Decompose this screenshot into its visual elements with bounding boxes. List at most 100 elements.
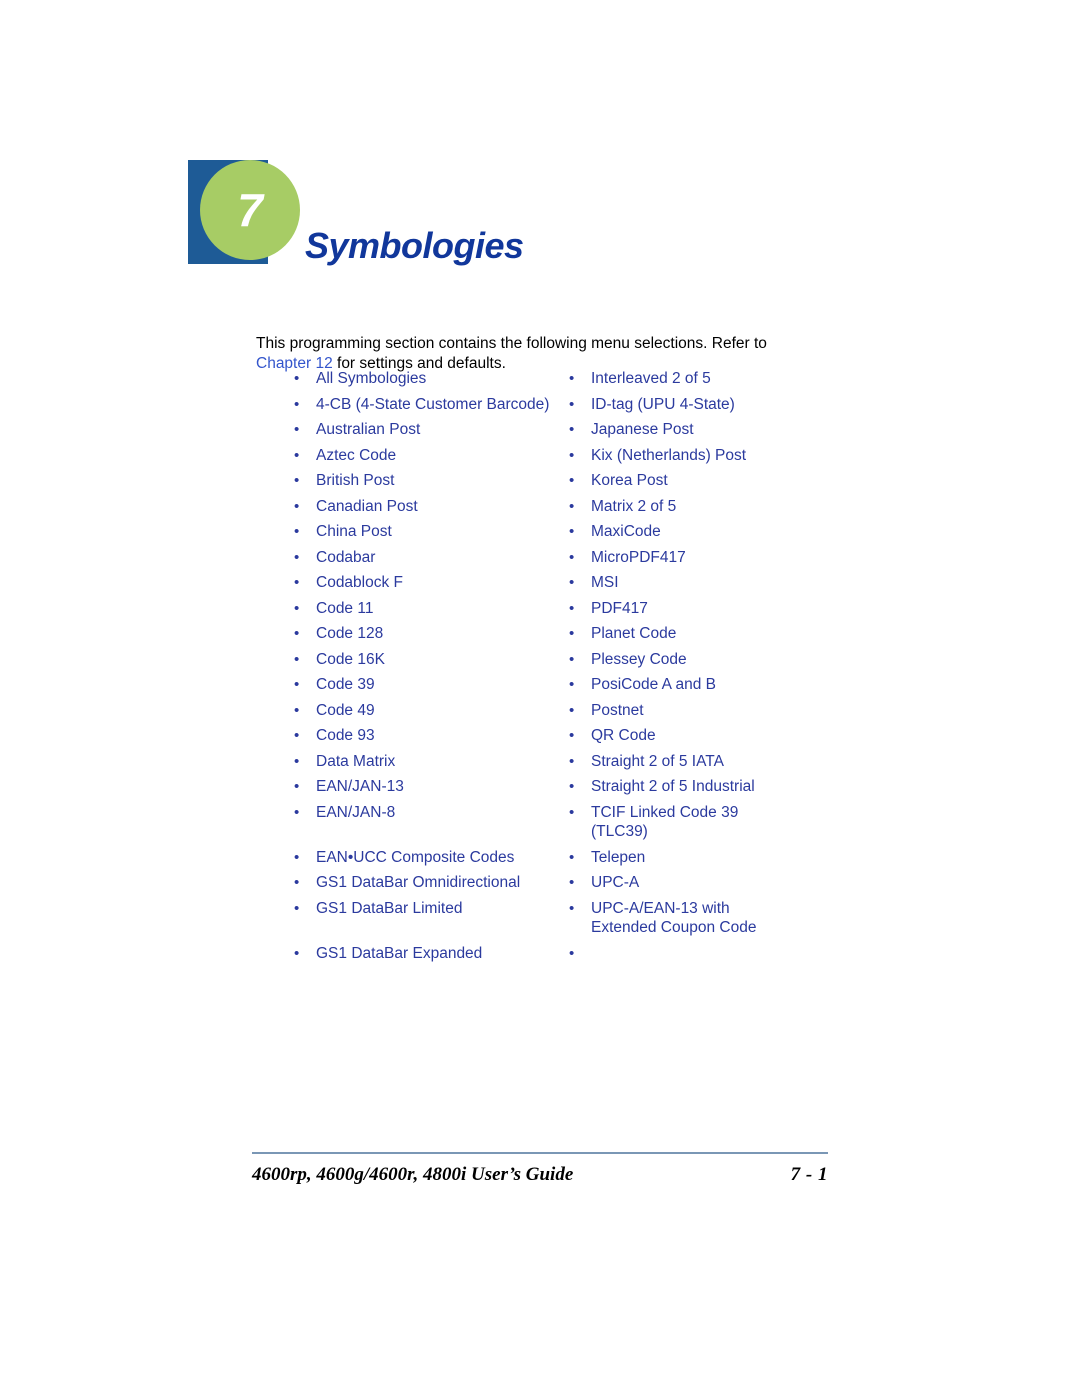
bullet-icon: • [294,625,300,642]
bullet-icon: • [569,701,575,719]
symbology-item[interactable]: • Telepen [569,848,794,868]
symbology-cell-left: • Aztec Code [294,446,569,472]
bullet-icon: • [294,523,300,540]
symbology-item[interactable]: • EAN/JAN-8 [294,803,569,823]
symbology-row: • Canadian Post • Matrix 2 of 5 [294,497,794,523]
bullet-icon: • [569,370,575,387]
symbology-item-label: Straight 2 of 5 IATA [591,752,724,770]
symbology-row: • 4-CB (4-State Customer Barcode) • ID-tag … [294,395,794,421]
symbology-item[interactable]: • ID-tag (UPU 4-State) [569,395,794,415]
symbology-item[interactable]: • Code 39 [294,675,569,695]
symbology-item-label: EAN•UCC Composite Codes [316,848,515,866]
symbology-item[interactable]: • Data Matrix [294,752,569,772]
symbology-cell-right: • MSI [569,573,794,599]
symbology-item[interactable]: • Code 11 [294,599,569,619]
intro-paragraph: This programming section contains the fo… [256,334,816,374]
footer-page-number: 7 - 1 [790,1164,828,1185]
symbology-item[interactable]: • Korea Post [569,471,794,491]
symbology-item-label: All Symbologies [316,370,427,387]
symbology-item-label: Australian Post [316,421,421,438]
symbology-item-label: GS1 DataBar Omnidirectional [316,874,521,891]
symbology-item-label: Plessey Code [591,650,687,668]
bullet-icon: • [294,497,300,515]
symbology-item[interactable]: • TCIF Linked Code 39 (TLC39) [569,803,794,842]
symbology-item[interactable]: • UPC-A [569,873,794,893]
symbology-item[interactable]: • Codablock F [294,573,569,593]
symbology-item[interactable]: • Codabar [294,548,569,568]
symbology-item[interactable]: • MicroPDF417 [569,548,794,568]
intro-text-before: This programming section contains the fo… [256,334,767,352]
symbology-item[interactable]: • PosiCode A and B [569,675,794,695]
symbology-cell-left: • EAN•UCC Composite Codes [294,848,569,874]
symbology-item[interactable]: • 4-CB (4-State Customer Barcode) [294,395,569,415]
symbology-item[interactable]: • Matrix 2 of 5 [569,497,794,517]
symbology-item[interactable]: • Kix (Netherlands) Post [569,446,794,466]
bullet-icon: • [569,676,575,693]
symbology-item[interactable]: • Code 16K [294,650,569,670]
bullet-icon: • [569,874,575,891]
symbology-row: • Aztec Code • Kix (Netherlands) Post [294,446,794,472]
symbology-row: • British Post • Korea Post [294,471,794,497]
symbology-item[interactable]: • Interleaved 2 of 5 [569,369,794,389]
symbology-item[interactable]: • GS1 DataBar Expanded [294,944,569,964]
symbology-item[interactable]: • China Post [294,522,569,542]
symbology-cell-left: • Data Matrix [294,752,569,778]
symbology-item[interactable]: • Straight 2 of 5 Industrial [569,777,794,797]
bullet-icon: • [294,421,300,438]
symbology-item[interactable]: • GS1 DataBar Omnidirectional [294,873,569,893]
symbology-item-label: EAN/JAN-8 [316,803,396,821]
symbology-cell-right: • UPC-A/EAN-13 with Extended Coupon Code [569,899,794,944]
symbology-item[interactable]: • EAN/JAN-13 [294,777,569,797]
symbology-cell-left: • Canadian Post [294,497,569,523]
bullet-icon: • [294,446,300,464]
bullet-icon: • [569,421,575,438]
symbology-cell-left: • GS1 DataBar Omnidirectional [294,873,569,899]
symbology-row: • EAN•UCC Composite Codes • Telepen [294,848,794,874]
symbology-item[interactable]: • Straight 2 of 5 IATA [569,752,794,772]
symbology-row: • Codabar • MicroPDF417 [294,548,794,574]
symbology-cell-left: • Code 93 [294,726,569,752]
symbology-item-label: GS1 DataBar Limited [316,899,463,917]
bullet-icon: • [569,395,575,413]
symbology-item[interactable]: • GS1 DataBar Limited [294,899,569,919]
symbology-item[interactable]: • Code 93 [294,726,569,746]
symbology-cell-right: • Plessey Code [569,650,794,676]
bullet-icon: • [294,778,300,795]
symbology-cell-right: • MaxiCode [569,522,794,548]
symbology-item[interactable]: • Japanese Post [569,420,794,440]
symbology-cell-left: • China Post [294,522,569,548]
symbology-item[interactable]: • Australian Post [294,420,569,440]
symbology-item[interactable]: • British Post [294,471,569,491]
symbology-row: • EAN/JAN-8 • TCIF Linked Code 39 (TLC39) [294,803,794,848]
symbology-item[interactable]: • Plessey Code [569,650,794,670]
symbology-item[interactable]: • MSI [569,573,794,593]
symbology-row: • Code 49 • Postnet [294,701,794,727]
symbology-item[interactable]: • Code 128 [294,624,569,644]
symbology-item[interactable]: • Planet Code [569,624,794,644]
symbology-item[interactable]: • Code 49 [294,701,569,721]
bullet-icon: • [294,650,300,668]
symbology-row: • Codablock F • MSI [294,573,794,599]
symbology-item[interactable]: • UPC-A/EAN-13 with Extended Coupon Code [569,899,794,938]
symbology-row: • Code 128 • Planet Code [294,624,794,650]
symbology-item[interactable]: • QR Code [569,726,794,746]
symbology-row: • All Symbologies • Interleaved 2 of 5 [294,369,794,395]
symbology-item[interactable]: • Canadian Post [294,497,569,517]
symbology-item-label: ID-tag (UPU 4-State) [591,395,735,413]
symbology-item-label: Matrix 2 of 5 [591,497,677,515]
symbology-item[interactable]: • MaxiCode [569,522,794,542]
symbology-item[interactable]: • Postnet [569,701,794,721]
symbology-cell-right: • Straight 2 of 5 Industrial [569,777,794,803]
symbology-cell-left: • EAN/JAN-8 [294,803,569,848]
symbology-item-label: Aztec Code [316,446,397,464]
symbology-item-label: Code 93 [316,727,375,744]
symbology-item[interactable]: • PDF417 [569,599,794,619]
symbology-item[interactable]: • All Symbologies [294,369,569,389]
symbology-item[interactable]: • Aztec Code [294,446,569,466]
symbology-item-label: TCIF Linked Code 39 (TLC39) [591,803,739,841]
symbology-cell-right: • MicroPDF417 [569,548,794,574]
symbology-cell-left: • Code 49 [294,701,569,727]
footer-rule [252,1152,828,1154]
symbology-item[interactable]: • EAN•UCC Composite Codes [294,848,569,868]
symbology-row: • GS1 DataBar Limited • UPC-A/EAN-13 with E… [294,899,794,944]
